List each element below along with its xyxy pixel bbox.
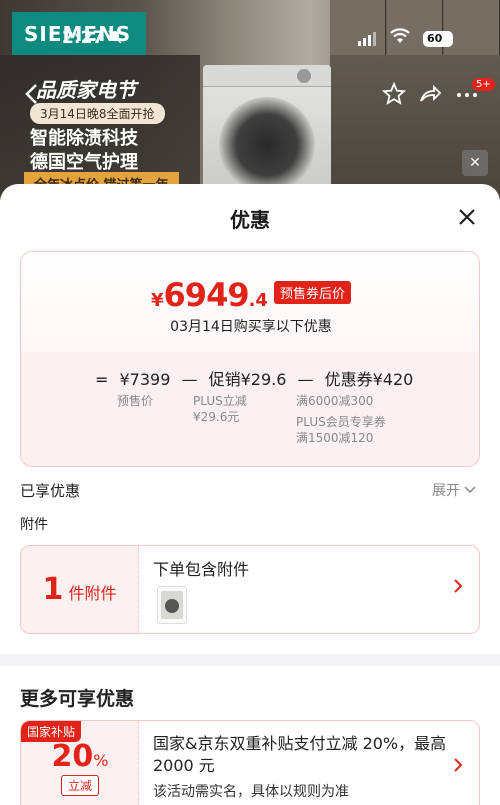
coupon-detail-3: 满1500减120: [296, 431, 374, 445]
price-tag-badge: 预售券后价: [273, 281, 351, 304]
promo-detail-2: ¥29.6元: [193, 410, 240, 424]
subsidy-badge-panel: 国家补贴 20% 立减: [21, 721, 139, 805]
price-currency: ¥: [151, 290, 164, 311]
coupon-detail-2: PLUS会员专享券: [296, 415, 386, 429]
favorite-star-icon[interactable]: [381, 81, 410, 110]
final-price: ¥6949.4 预售券后价: [21, 276, 479, 314]
attachment-count-panel: 1 件附件: [21, 546, 139, 633]
expand-label: 展开: [432, 483, 460, 499]
battery-indicator: 60: [423, 31, 453, 47]
attachment-unit: 件附件: [68, 584, 117, 603]
price-breakdown-card: ¥6949.4 预售券后价 03月14日购买享以下优惠 = ¥7399 — 促销¥…: [20, 251, 480, 467]
price-integer: 6949: [163, 276, 250, 314]
subsidy-description: 国家&京东双重补贴支付立减 20%，最高 2000 元: [153, 734, 447, 775]
price-formula: = ¥7399 — 促销¥29.6 — 优惠券¥420: [95, 366, 419, 390]
price-decimal: .4: [248, 290, 268, 311]
enjoyed-discounts-label: 已享优惠: [20, 482, 81, 500]
formula-coupon: 优惠券¥420: [324, 370, 414, 389]
subsidy-card[interactable]: 国家补贴 20% 立减 国家&京东双重补贴支付立减 20%，最高 2000 元 …: [20, 720, 480, 805]
subsidy-percent: 20%: [21, 739, 139, 774]
subsidy-percent-sign: %: [93, 751, 109, 770]
coupon-detail-1: 满6000减300: [296, 394, 374, 408]
status-time: 2:27: [62, 28, 105, 48]
promo-line-2: 德国空气护理: [30, 152, 138, 173]
attachment-thumbnail[interactable]: [157, 586, 187, 624]
attachment-title: 下单包含附件: [153, 560, 250, 579]
subsidy-discount-tag: 立减: [61, 775, 100, 796]
status-bar: 2:27 60: [0, 28, 500, 54]
expand-toggle[interactable]: 展开: [432, 480, 476, 500]
formula-presale-price: ¥7399: [119, 370, 171, 389]
signal-icon: [358, 32, 376, 46]
more-badge: 5+: [472, 78, 495, 91]
chevron-right-icon: [453, 757, 463, 776]
chevron-down-icon: [464, 483, 476, 499]
promo-line-1: 智能除渍科技: [30, 128, 138, 149]
formula-minus: —: [297, 370, 314, 389]
formula-minus: —: [181, 370, 198, 389]
sheet-title: 优惠: [230, 208, 270, 232]
share-icon[interactable]: [418, 82, 446, 110]
subsidy-note: 该活动需实名，具体以规则为准: [153, 784, 349, 800]
more-discounts-title: 更多可享优惠: [20, 688, 135, 710]
promo-detail-1: PLUS立减: [193, 394, 247, 408]
attachment-section-label: 附件: [20, 517, 48, 533]
floating-close-icon[interactable]: ✕: [462, 150, 488, 176]
subsidy-percent-value: 20: [51, 739, 94, 774]
formula-equals: =: [95, 370, 109, 389]
price-subtitle: 03月14日购买享以下优惠: [170, 319, 332, 335]
washer-image: [203, 65, 331, 195]
back-arrow-icon[interactable]: [22, 82, 52, 112]
close-icon[interactable]: [454, 204, 480, 230]
wifi-icon: [390, 28, 410, 48]
attachment-count: 1: [42, 572, 64, 607]
section-divider: [0, 654, 500, 666]
discount-sheet: 优惠 ¥6949.4 预售券后价 03月14日购买享以下优惠 = ¥7399 — …: [0, 184, 500, 805]
mute-bell-icon: [108, 30, 122, 48]
formula-promo: 促销¥29.6: [208, 370, 287, 389]
presale-label: 预售价: [117, 394, 154, 408]
attachment-card[interactable]: 1 件附件 下单包含附件: [20, 545, 480, 634]
chevron-right-icon: [453, 578, 463, 597]
